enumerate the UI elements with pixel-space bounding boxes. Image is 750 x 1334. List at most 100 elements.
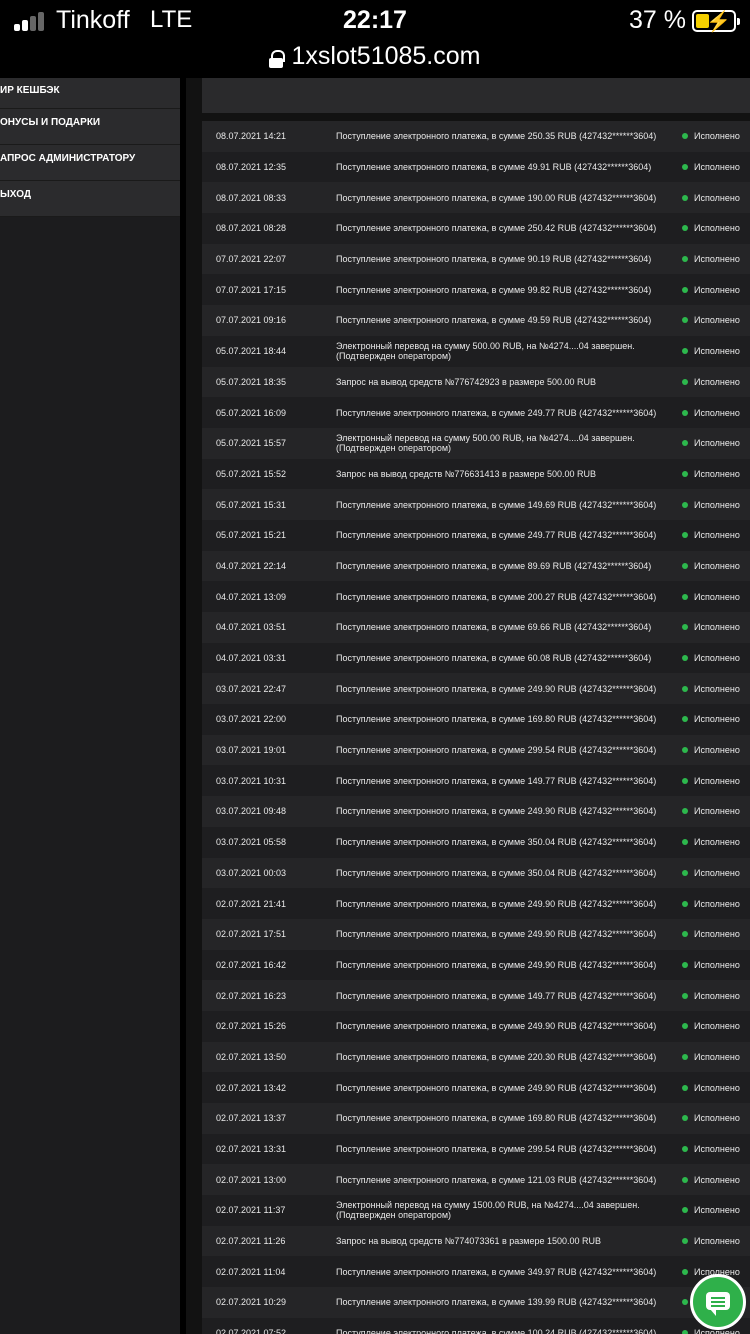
status-dot-icon (682, 1023, 688, 1030)
row-status: Исполнено (694, 622, 740, 633)
status-dot-icon (682, 1146, 688, 1153)
row-description: Поступление электронного платежа, в сумм… (336, 1328, 657, 1334)
status-dot-icon (682, 225, 688, 232)
status-dot-icon (682, 194, 688, 201)
table-row: 02.07.2021 16:42 Поступление электронного… (202, 949, 750, 981)
row-date: 07.07.2021 17:15 (216, 284, 287, 295)
sidebar-item-logout[interactable]: ЫХОД (0, 181, 180, 217)
row-date: 08.07.2021 08:33 (216, 192, 287, 203)
status-dot-icon (682, 624, 688, 631)
row-date: 03.07.2021 10:31 (216, 775, 287, 786)
table-row: 03.07.2021 22:47 Поступление электронного… (202, 673, 750, 705)
sidebar-item-admin-request[interactable]: АПРОС АДМИНИСТРАТОРУ (0, 145, 180, 181)
table-row: 02.07.2021 10:29 Поступление электронного… (202, 1287, 750, 1318)
table-row: 02.07.2021 13:42 Поступление электронного… (202, 1072, 750, 1103)
row-date: 07.07.2021 22:07 (216, 254, 287, 265)
row-date: 02.07.2021 13:50 (216, 1051, 287, 1062)
row-status: Исполнено (694, 560, 740, 571)
row-description: Поступление электронного платежа, в сумм… (336, 775, 657, 786)
row-description: Электронный перевод на сумму 500.00 RUB,… (336, 341, 635, 362)
status-dot-icon (682, 1176, 688, 1183)
row-date: 04.07.2021 03:31 (216, 653, 287, 664)
row-status: Исполнено (694, 929, 740, 940)
row-status: Исполнено (694, 131, 740, 142)
row-status: Исполнено (694, 1113, 740, 1124)
row-description: Поступление электронного платежа, в сумм… (336, 162, 652, 173)
row-description: Поступление электронного платежа, в сумм… (336, 837, 657, 848)
row-description: Поступление электронного платежа, в сумм… (336, 653, 652, 664)
row-description: Поступление электронного платежа, в сумм… (336, 622, 652, 633)
row-description: Поступление электронного платежа, в сумм… (336, 806, 657, 817)
status-dot-icon (682, 1115, 688, 1122)
status-dot-icon (682, 869, 688, 876)
row-status: Исполнено (694, 1144, 740, 1155)
address-bar[interactable]: 1xslot51085.com (0, 42, 750, 78)
row-description: Поступление электронного платежа, в сумм… (336, 192, 657, 203)
row-date: 02.07.2021 11:26 (216, 1236, 286, 1247)
row-status: Исполнено (694, 162, 740, 173)
row-date: 03.07.2021 05:58 (216, 837, 287, 848)
row-date: 03.07.2021 19:01 (216, 745, 287, 756)
row-description: Поступление электронного платежа, в сумм… (336, 1266, 657, 1277)
sidebar-item-bonuses[interactable]: ОНУСЫ И ПОДАРКИ (0, 109, 180, 145)
table-row: 02.07.2021 15:26 Поступление электронного… (202, 1010, 750, 1042)
table-row: 02.07.2021 11:04 Поступление электронного… (202, 1256, 750, 1288)
status-dot-icon (682, 348, 688, 355)
table-row: 02.07.2021 11:37 Электронный перевод на с… (202, 1195, 750, 1226)
sidebar-item-cashback[interactable]: ИР КЕШБЭК (0, 78, 180, 109)
row-date: 02.07.2021 16:42 (216, 959, 287, 970)
row-date: 04.07.2021 03:51 (216, 622, 287, 633)
status-dot-icon (682, 839, 688, 846)
table-row: 02.07.2021 21:41 Поступление электронного… (202, 888, 750, 919)
row-description: Поступление электронного платежа, в сумм… (336, 1144, 657, 1155)
row-description: Поступление электронного платежа, в сумм… (336, 254, 652, 265)
row-description: Поступление электронного платежа, в сумм… (336, 714, 657, 725)
row-date: 02.07.2021 13:37 (216, 1113, 287, 1124)
row-status: Исполнено (694, 1205, 740, 1216)
status-bar: Tinkoff LTE 22:17 37 % ⚡ (0, 0, 750, 42)
status-dot-icon (682, 501, 688, 508)
table-row: 07.07.2021 22:07 Поступление электронного… (202, 243, 750, 275)
table-row: 03.07.2021 05:58 Поступление электронного… (202, 826, 750, 858)
row-status: Исполнено (694, 867, 740, 878)
url-display[interactable]: 1xslot51085.com (269, 42, 481, 71)
status-dot-icon (682, 685, 688, 692)
row-status: Исполнено (694, 683, 740, 694)
status-dot-icon (682, 716, 688, 723)
row-date: 02.07.2021 11:37 (216, 1205, 286, 1216)
row-date: 02.07.2021 13:00 (216, 1174, 287, 1185)
row-description: Запрос на вывод средств №776631413 в раз… (336, 468, 597, 479)
chat-button[interactable] (690, 1274, 746, 1330)
row-description: Поступление электронного платежа, в сумм… (336, 1174, 657, 1185)
status-dot-icon (682, 409, 688, 416)
status-dot-icon (682, 378, 688, 385)
table-row: 03.07.2021 09:48 Поступление электронного… (202, 796, 750, 827)
status-dot-icon (682, 440, 688, 447)
row-description: Запрос на вывод средств №774073361 в раз… (336, 1236, 602, 1247)
row-description: Поступление электронного платежа, в сумм… (336, 591, 657, 602)
row-description: Поступление электронного платежа, в сумм… (336, 1021, 657, 1032)
status-dot-icon (682, 1268, 688, 1275)
row-date: 02.07.2021 15:26 (216, 1021, 287, 1032)
row-description: Поступление электронного платежа, в сумм… (336, 867, 657, 878)
row-description: Запрос на вывод средств №776742923 в раз… (336, 376, 597, 387)
row-date: 05.07.2021 15:31 (216, 499, 287, 510)
row-status: Исполнено (694, 1236, 740, 1247)
table-row: 04.07.2021 03:51 Поступление электронного… (202, 612, 750, 643)
table-row: 05.07.2021 15:57 Электронный перевод на с… (202, 427, 750, 459)
row-status: Исполнено (694, 653, 740, 664)
row-date: 02.07.2021 07:52 (216, 1328, 287, 1334)
table-row: 02.07.2021 17:51 Поступление электронного… (202, 918, 750, 950)
status-dot-icon (682, 1238, 688, 1245)
row-date: 02.07.2021 17:51 (216, 929, 287, 940)
status-dot-icon (682, 133, 688, 140)
row-description: Поступление электронного платежа, в сумм… (336, 1082, 657, 1093)
row-date: 03.07.2021 09:48 (216, 806, 287, 817)
status-dot-icon (682, 900, 688, 907)
row-date: 05.07.2021 15:21 (216, 530, 287, 541)
table-row: 03.07.2021 22:00 Поступление электронного… (202, 704, 750, 735)
row-date: 03.07.2021 00:03 (216, 867, 287, 878)
table-header (202, 78, 750, 113)
row-date: 04.07.2021 13:09 (216, 591, 287, 602)
row-status: Исполнено (694, 714, 740, 725)
